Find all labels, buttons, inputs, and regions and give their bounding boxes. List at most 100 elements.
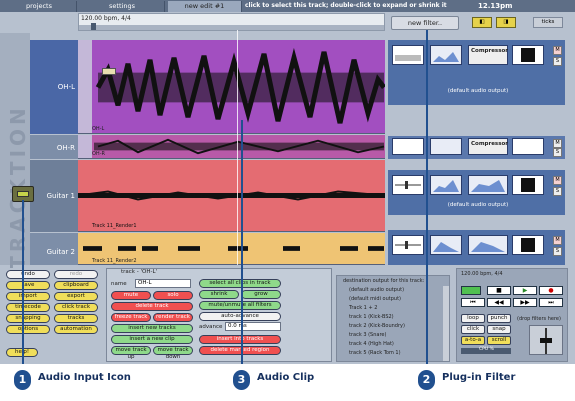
scroll-button[interactable]: scroll: [487, 336, 511, 345]
automation-button[interactable]: automation: [54, 325, 98, 334]
fast-forward-button[interactable]: ▶▶: [513, 298, 537, 307]
snap-button[interactable]: snap: [487, 325, 511, 334]
filter-box-1[interactable]: [392, 235, 424, 255]
rewind-start-button[interactable]: ⏮: [461, 298, 485, 307]
filter-graph-icon: [433, 52, 459, 62]
clock: 12.13pm: [478, 2, 513, 10]
forward-end-button[interactable]: ⏭: [539, 298, 563, 307]
record-arm-button[interactable]: [461, 286, 481, 295]
auto-scroll-button[interactable]: a-to-a: [461, 336, 485, 345]
audio-clip-oh-l[interactable]: OH-L: [78, 40, 385, 134]
filter-box-2[interactable]: [430, 45, 462, 65]
render-track-button[interactable]: render track: [153, 313, 193, 322]
waveform-oh-l: [78, 40, 385, 133]
delete-track-button[interactable]: delete track: [111, 302, 193, 311]
solo-toggle[interactable]: S: [553, 57, 562, 66]
view-button-2[interactable]: ◨: [496, 17, 516, 28]
callout-plug-in-filter: Plug-in Filter: [442, 372, 516, 383]
filter-box-1[interactable]: [392, 175, 424, 195]
punch-button[interactable]: punch: [487, 314, 511, 323]
mute-toggle[interactable]: M: [553, 176, 562, 185]
loop-button[interactable]: loop: [461, 314, 485, 323]
destination-item[interactable]: (default audio output): [349, 287, 404, 293]
tracks-button[interactable]: tracks: [54, 314, 98, 323]
filter-box-1[interactable]: [392, 138, 424, 155]
grow-button[interactable]: grow: [241, 290, 281, 299]
click-track-button[interactable]: click track: [54, 303, 98, 312]
destination-item[interactable]: track 4 (High Hat): [349, 341, 394, 347]
filter-graph-icon: [395, 55, 421, 61]
filter-box-2[interactable]: [430, 235, 462, 255]
insert-into-tracks-button[interactable]: insert into tracks: [199, 335, 281, 344]
new-filter-button[interactable]: new filter..: [391, 16, 459, 30]
audio-clip-oh-r[interactable]: OH-R: [78, 135, 385, 159]
solo-button[interactable]: solo: [153, 291, 193, 300]
insert-new-clip-button[interactable]: insert a new clip: [111, 335, 193, 344]
shrink-button[interactable]: shrink: [199, 290, 239, 299]
advance-input[interactable]: 0.0 ms: [225, 322, 281, 331]
destination-item[interactable]: track 3 (Snare): [349, 332, 386, 338]
filter-meter: [521, 238, 535, 252]
filter-box-2[interactable]: [430, 138, 462, 155]
options-button[interactable]: options: [6, 325, 50, 334]
destination-item[interactable]: track 5 (Rack Tom 1): [349, 350, 401, 356]
filter-box-2[interactable]: [430, 175, 462, 195]
tab-new-edit[interactable]: new edit #1: [168, 1, 242, 12]
audio-clip-guitar-2[interactable]: Track 11_Render2: [78, 233, 385, 265]
filter-box-4[interactable]: [512, 138, 544, 155]
filter-box-4[interactable]: [512, 45, 544, 65]
filter-box-4[interactable]: [512, 235, 544, 255]
move-track-up-button[interactable]: move track up: [111, 346, 151, 360]
audio-clip-guitar-1[interactable]: Track 11_Render1: [78, 160, 385, 232]
timecode-button[interactable]: timecode: [6, 303, 50, 312]
mute-toggle[interactable]: M: [553, 46, 562, 55]
playhead-marker[interactable]: [91, 23, 96, 30]
tab-projects[interactable]: projects: [2, 1, 77, 12]
destination-scrollbar[interactable]: [443, 286, 449, 361]
destination-item[interactable]: track 1 (Kick-BS2): [349, 314, 394, 320]
click-button[interactable]: click: [461, 325, 485, 334]
timeline-ruler[interactable]: 120.00 bpm, 4/4: [78, 13, 385, 31]
snapping-button[interactable]: snapping: [6, 314, 50, 323]
filter-box-3[interactable]: [468, 235, 508, 255]
view-button-1[interactable]: ◧: [472, 17, 492, 28]
redo-button[interactable]: redo: [54, 270, 98, 279]
freeze-track-button[interactable]: freeze track: [111, 313, 151, 322]
select-all-clips-button[interactable]: select all clips in track: [199, 279, 281, 288]
track-name-input[interactable]: OH-L: [135, 279, 191, 288]
mute-toggle[interactable]: M: [553, 139, 562, 148]
mute-toggle[interactable]: M: [553, 236, 562, 245]
ticks-button[interactable]: ticks: [533, 17, 563, 28]
insert-new-tracks-button[interactable]: insert new tracks: [111, 324, 193, 333]
import-button[interactable]: import: [6, 292, 50, 301]
rewind-button[interactable]: ◀◀: [487, 298, 511, 307]
export-button[interactable]: export: [54, 292, 98, 301]
master-fader[interactable]: [529, 325, 563, 355]
save-button[interactable]: save: [6, 281, 50, 290]
play-button[interactable]: ▶: [513, 286, 537, 295]
compressor-filter[interactable]: Compressor: [468, 138, 508, 155]
destination-item[interactable]: (default midi output): [349, 296, 401, 302]
filter-box-4[interactable]: [512, 175, 544, 195]
filter-box-1[interactable]: [392, 45, 424, 65]
fader-knob[interactable]: [540, 338, 552, 343]
mute-unmute-filters-button[interactable]: mute/unmute all filters: [199, 301, 281, 310]
move-track-down-button[interactable]: move track down: [153, 346, 193, 360]
clip-handle-icon[interactable]: [102, 68, 116, 75]
clipboard-button[interactable]: clipboard: [54, 281, 98, 290]
undo-button[interactable]: undo: [6, 270, 50, 279]
tab-settings[interactable]: settings: [80, 1, 165, 12]
solo-toggle[interactable]: S: [553, 148, 562, 157]
stop-button[interactable]: ■: [487, 286, 511, 295]
delete-marked-region-button[interactable]: delete marked region: [199, 346, 281, 355]
record-button[interactable]: ●: [539, 286, 563, 295]
destination-item[interactable]: track 2 (Kick-Boundry): [349, 323, 405, 329]
compressor-filter[interactable]: Compressor: [468, 45, 508, 65]
solo-toggle[interactable]: S: [553, 187, 562, 196]
filter-box-3[interactable]: [468, 175, 508, 195]
playhead-line: [237, 30, 238, 265]
mute-button[interactable]: mute: [111, 291, 151, 300]
auto-advance-toggle[interactable]: auto-advance: [199, 312, 281, 321]
solo-toggle[interactable]: S: [553, 247, 562, 256]
destination-item[interactable]: Track 1 + 2: [349, 305, 377, 311]
